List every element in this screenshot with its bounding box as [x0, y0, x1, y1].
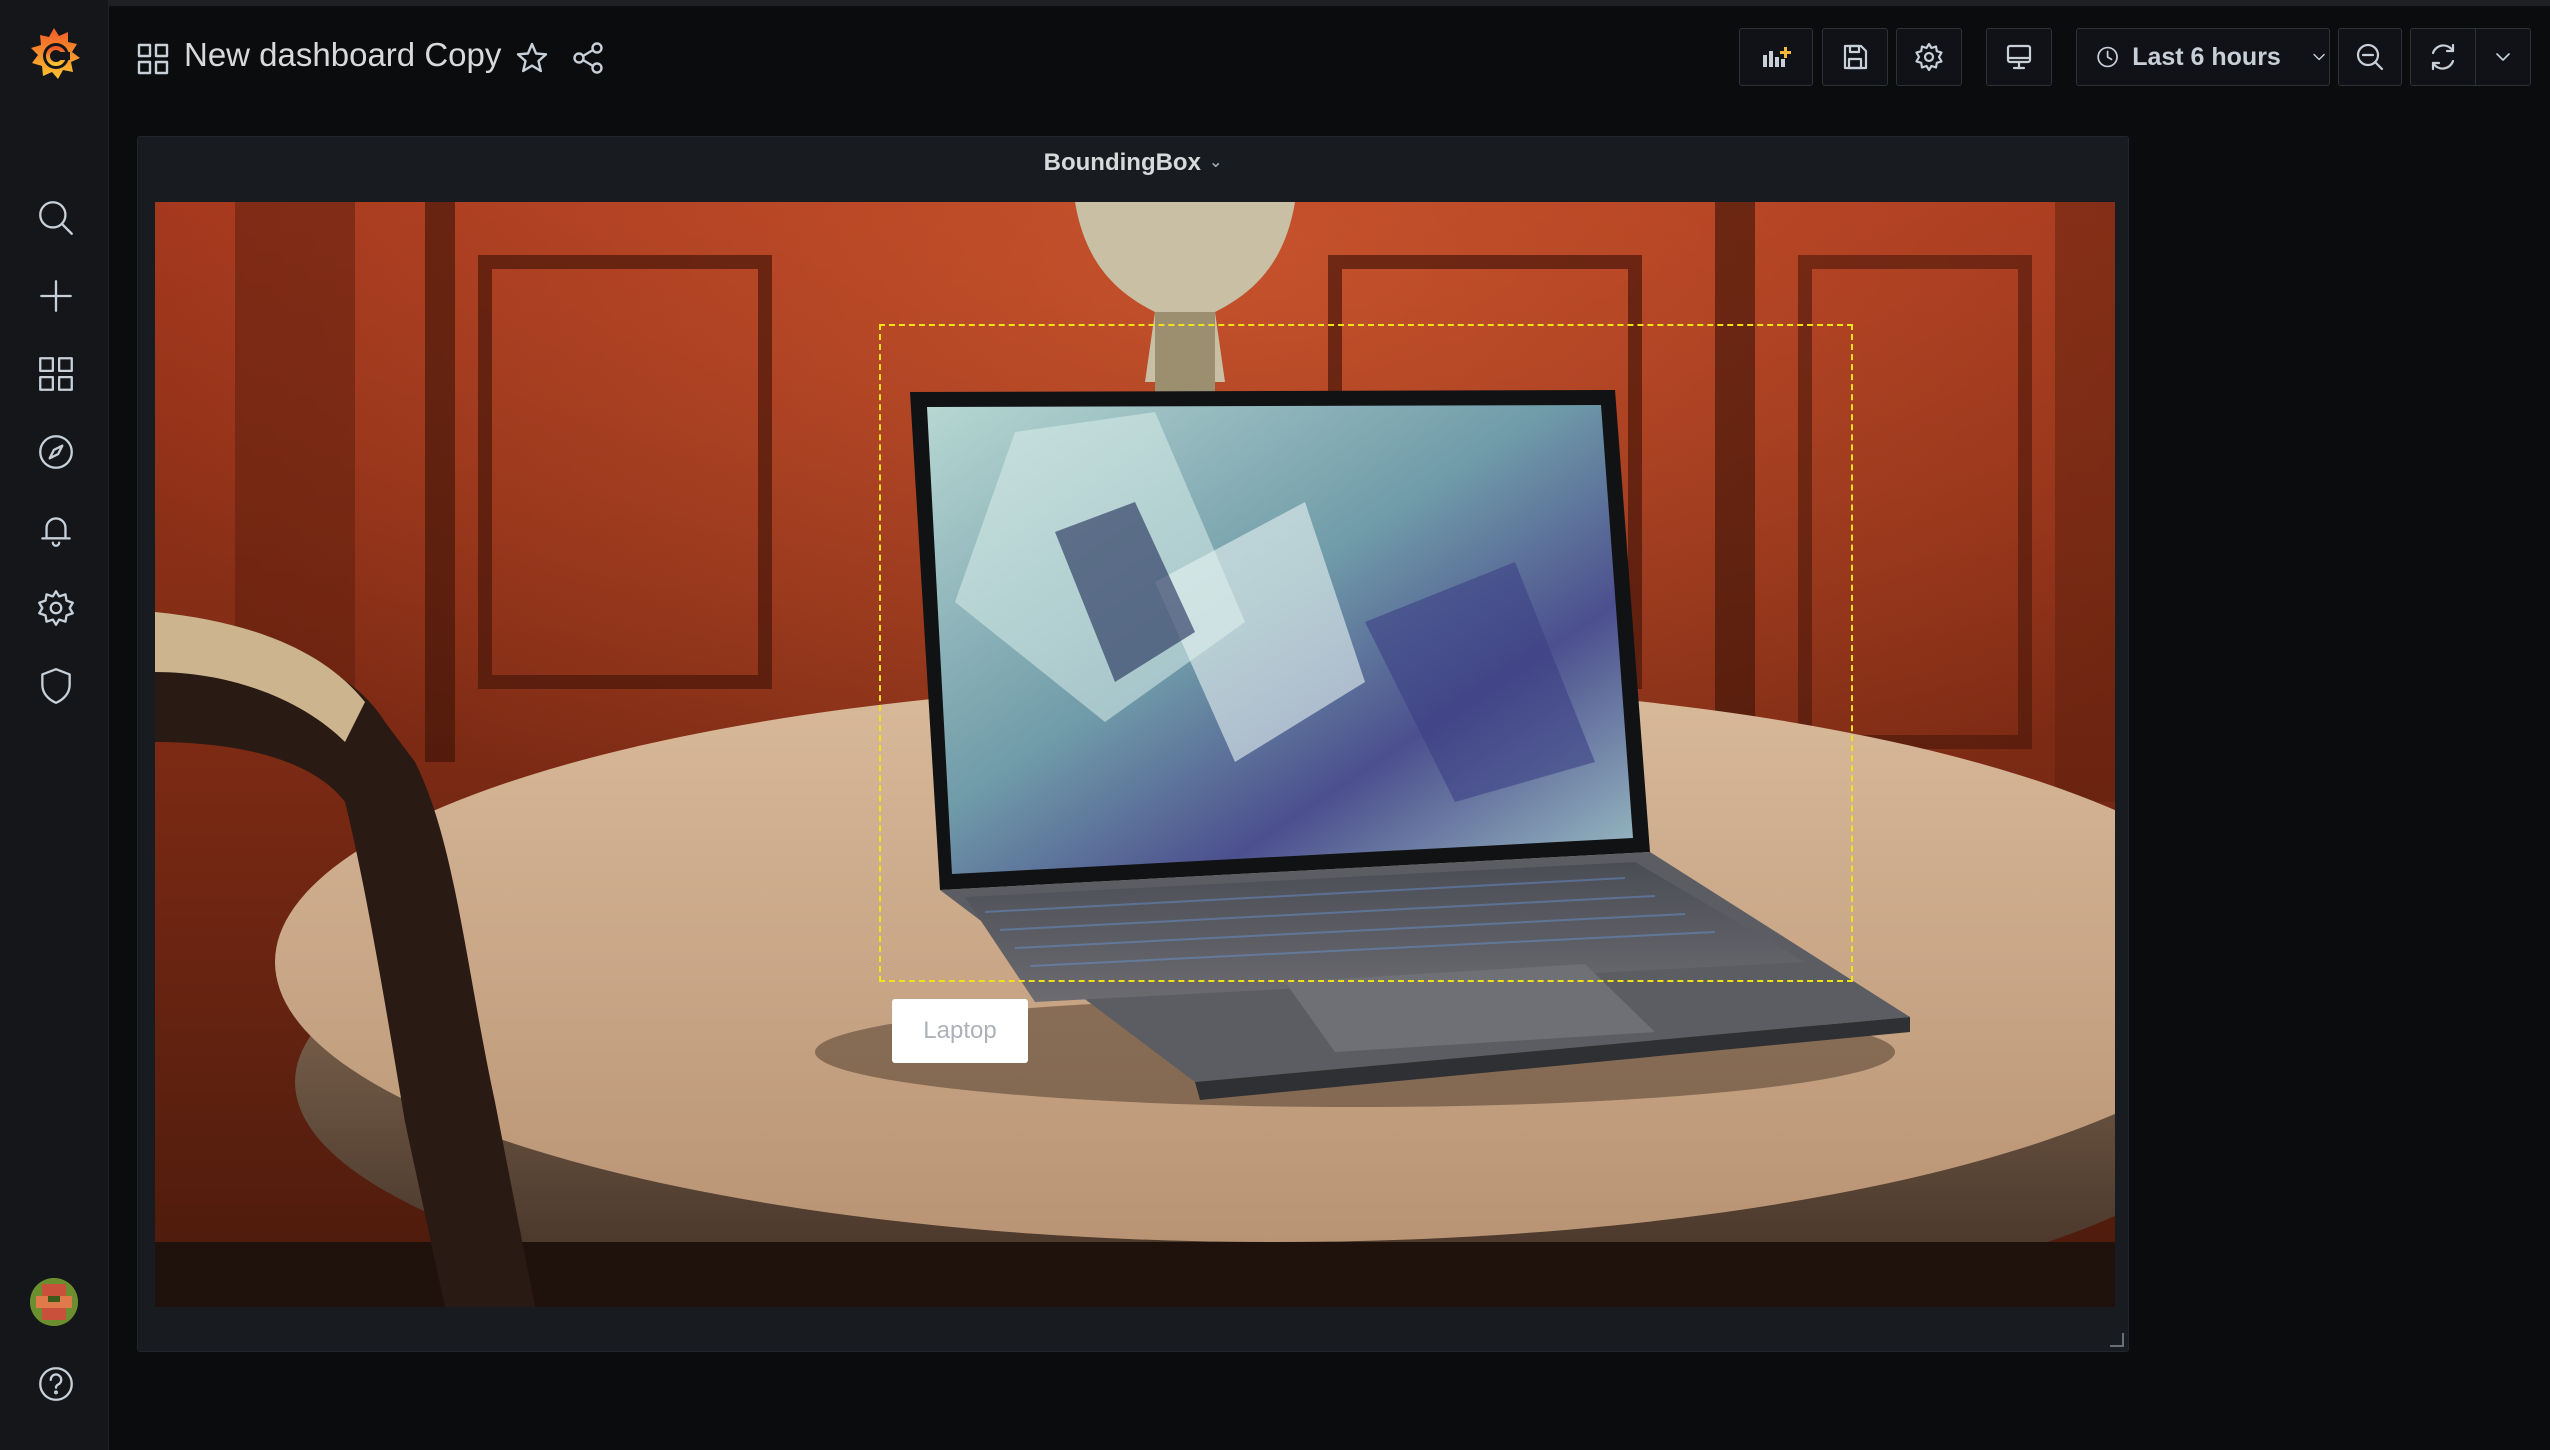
- save-dashboard-button[interactable]: [1822, 28, 1888, 86]
- panel-title-text: BoundingBox: [1043, 149, 1201, 176]
- detection-bounding-box: [879, 324, 1853, 982]
- help-icon[interactable]: [30, 1358, 82, 1410]
- add-panel-button[interactable]: [1739, 28, 1813, 86]
- bounding-box-panel: BoundingBox ⌄ Laptop: [137, 136, 2129, 1352]
- refresh-interval-dropdown[interactable]: [2475, 28, 2531, 86]
- detection-label: Laptop: [892, 999, 1028, 1063]
- star-icon[interactable]: [514, 40, 550, 76]
- dashboards-icon[interactable]: [30, 348, 82, 400]
- chevron-down-icon: [2496, 53, 2510, 61]
- panel-resize-handle[interactable]: [2110, 1333, 2124, 1347]
- panel-title[interactable]: BoundingBox ⌄: [138, 149, 2128, 177]
- alerting-bell-icon[interactable]: [30, 504, 82, 556]
- plus-icon[interactable]: [30, 270, 82, 322]
- dashboard-header: New dashboard Copy Last 6 hours: [108, 6, 2550, 106]
- configuration-gear-icon[interactable]: [30, 582, 82, 634]
- dashboard-grid-icon: [136, 42, 170, 76]
- add-panel-icon: [1763, 47, 1791, 67]
- dashboard-title[interactable]: New dashboard Copy: [184, 36, 501, 74]
- search-icon[interactable]: [30, 192, 82, 244]
- save-icon: [1843, 44, 1868, 70]
- zoom-out-button[interactable]: [2338, 28, 2402, 86]
- zoom-out-icon: [2356, 43, 2384, 71]
- clock-icon: [2097, 46, 2118, 68]
- share-icon[interactable]: [570, 40, 606, 76]
- sidebar: [0, 0, 109, 1450]
- refresh-button[interactable]: [2410, 28, 2476, 86]
- settings-gear-icon: [1915, 42, 1943, 72]
- user-avatar[interactable]: [30, 1278, 78, 1326]
- chevron-down-icon: ⌄: [1208, 154, 1223, 171]
- refresh-icon: [2431, 43, 2455, 71]
- tv-mode-button[interactable]: [1986, 28, 2052, 86]
- tv-mode-icon: [2006, 44, 2032, 70]
- time-range-label: Last 6 hours: [2132, 42, 2281, 71]
- dashboard-settings-button[interactable]: [1896, 28, 1962, 86]
- time-range-picker[interactable]: Last 6 hours: [2076, 28, 2330, 86]
- grafana-logo[interactable]: [22, 22, 86, 86]
- shield-icon[interactable]: [30, 660, 82, 712]
- explore-compass-icon[interactable]: [30, 426, 82, 478]
- chevron-down-icon: [2313, 53, 2325, 61]
